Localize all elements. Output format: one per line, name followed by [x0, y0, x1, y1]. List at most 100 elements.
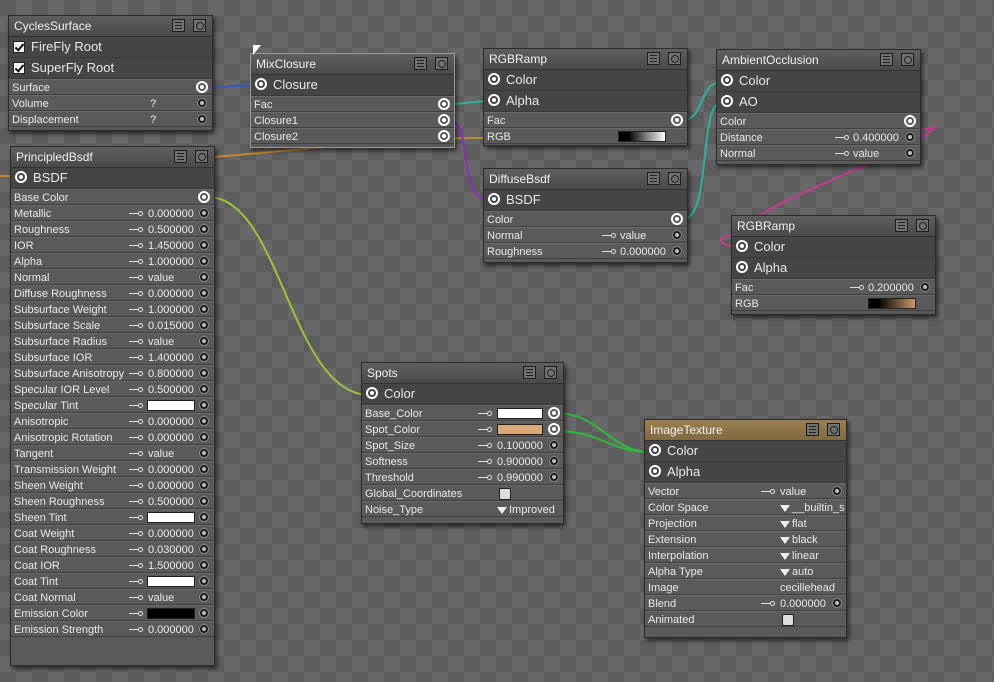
prop-value[interactable]: 0.500000	[148, 382, 194, 398]
input-socket-icon[interactable]	[199, 576, 209, 586]
prop-value[interactable]: 0.000000	[148, 206, 194, 222]
key-icon[interactable]	[478, 427, 494, 433]
prop-value[interactable]: 0.000000	[148, 462, 194, 478]
color-swatch[interactable]	[147, 576, 195, 587]
key-icon[interactable]	[129, 467, 145, 473]
input-socket-icon[interactable]	[199, 432, 209, 442]
swap-icon[interactable]	[195, 150, 208, 163]
key-icon[interactable]	[129, 243, 145, 249]
node-header[interactable]: Spots	[362, 363, 563, 384]
key-icon[interactable]	[129, 627, 145, 633]
input-socket-icon[interactable]	[199, 368, 209, 378]
key-icon[interactable]	[129, 291, 145, 297]
color-swatch[interactable]	[147, 608, 195, 619]
prop-value[interactable]: 0.000000	[148, 414, 194, 430]
input-socket-icon[interactable]	[199, 304, 209, 314]
input-socket-icon[interactable]	[199, 416, 209, 426]
prop-value[interactable]: 1.450000	[148, 238, 194, 254]
key-icon[interactable]	[478, 443, 494, 449]
input-socket-icon[interactable]	[438, 130, 450, 142]
input-socket-icon[interactable]	[905, 132, 915, 142]
prop-value[interactable]: value	[780, 484, 806, 500]
prop-value[interactable]: 0.500000	[148, 494, 194, 510]
output-color[interactable]: Color	[484, 70, 687, 91]
dropdown[interactable]: __builtin_s	[780, 500, 845, 516]
key-icon[interactable]	[129, 483, 145, 489]
input-socket-icon[interactable]	[199, 320, 209, 330]
key-icon[interactable]	[129, 563, 145, 569]
prop-value[interactable]: 0.500000	[148, 222, 194, 238]
color-swatch[interactable]	[147, 400, 195, 411]
key-icon[interactable]	[478, 411, 494, 417]
input-socket-icon[interactable]	[905, 148, 915, 158]
menu-icon[interactable]	[647, 52, 660, 65]
check-icon[interactable]	[13, 41, 25, 53]
key-icon[interactable]	[602, 233, 618, 239]
input-socket-icon[interactable]	[199, 544, 209, 554]
input-socket-icon[interactable]	[197, 114, 207, 124]
dropdown[interactable]: Improved	[497, 502, 555, 518]
output-icon[interactable]	[488, 193, 500, 205]
key-icon[interactable]	[129, 579, 145, 585]
menu-icon[interactable]	[806, 423, 819, 436]
output-color[interactable]: Color	[717, 71, 920, 92]
output-icon[interactable]	[721, 74, 733, 86]
prop-value[interactable]: 0.990000	[497, 470, 543, 486]
output-color[interactable]: Color	[732, 237, 935, 258]
prop-value[interactable]: 0.900000	[497, 454, 543, 470]
key-icon[interactable]	[129, 355, 145, 361]
key-icon[interactable]	[761, 601, 777, 607]
prop-value[interactable]: 0.000000	[148, 430, 194, 446]
input-socket-icon[interactable]	[671, 213, 683, 225]
output-color[interactable]: Color	[362, 384, 563, 405]
input-socket-icon[interactable]	[199, 352, 209, 362]
prop-value[interactable]: value	[148, 270, 174, 286]
menu-icon[interactable]	[523, 366, 536, 379]
key-icon[interactable]	[835, 151, 851, 157]
input-socket-icon[interactable]	[199, 496, 209, 506]
input-socket-icon[interactable]	[672, 230, 682, 240]
input-socket-icon[interactable]	[199, 336, 209, 346]
input-socket-icon[interactable]	[548, 423, 560, 435]
input-socket-icon[interactable]	[199, 480, 209, 490]
input-socket-icon[interactable]	[199, 592, 209, 602]
key-icon[interactable]	[478, 475, 494, 481]
node-header[interactable]: PrincipledBsdf	[11, 147, 214, 168]
swap-icon[interactable]	[435, 57, 448, 70]
dropdown[interactable]: flat	[780, 516, 807, 532]
checkbox[interactable]	[499, 488, 511, 500]
swap-icon[interactable]	[193, 19, 206, 32]
key-icon[interactable]	[129, 419, 145, 425]
input-socket-icon[interactable]	[672, 246, 682, 256]
menu-icon[interactable]	[172, 19, 185, 32]
node-header[interactable]: DiffuseBsdf	[484, 169, 687, 190]
prop-value[interactable]: 0.000000	[620, 244, 666, 260]
output-icon[interactable]	[366, 387, 378, 399]
input-socket-icon[interactable]	[832, 486, 842, 496]
output-icon[interactable]	[488, 73, 500, 85]
input-socket-icon[interactable]	[438, 98, 450, 110]
input-socket-icon[interactable]	[199, 448, 209, 458]
input-socket-icon[interactable]	[199, 208, 209, 218]
input-socket-icon[interactable]	[549, 440, 559, 450]
color-swatch[interactable]	[497, 408, 543, 419]
prop-value[interactable]: value	[148, 590, 174, 606]
key-icon[interactable]	[129, 403, 145, 409]
node-header[interactable]: AmbientOcclusion	[717, 50, 920, 71]
input-socket-icon[interactable]	[904, 115, 916, 127]
output-bsdf[interactable]: BSDF	[11, 168, 214, 189]
key-icon[interactable]	[129, 275, 145, 281]
key-icon[interactable]	[129, 531, 145, 537]
swap-icon[interactable]	[668, 52, 681, 65]
key-icon[interactable]	[129, 307, 145, 313]
input-socket-icon[interactable]	[199, 528, 209, 538]
prop-value[interactable]: value	[620, 228, 646, 244]
output-alpha[interactable]: Alpha	[484, 91, 687, 112]
key-icon[interactable]	[129, 435, 145, 441]
node-header[interactable]: RGBRamp	[732, 216, 935, 237]
input-socket-icon[interactable]	[671, 114, 683, 126]
menu-icon[interactable]	[647, 172, 660, 185]
swap-icon[interactable]	[916, 219, 929, 232]
input-socket-icon[interactable]	[199, 624, 209, 634]
menu-icon[interactable]	[880, 53, 893, 66]
